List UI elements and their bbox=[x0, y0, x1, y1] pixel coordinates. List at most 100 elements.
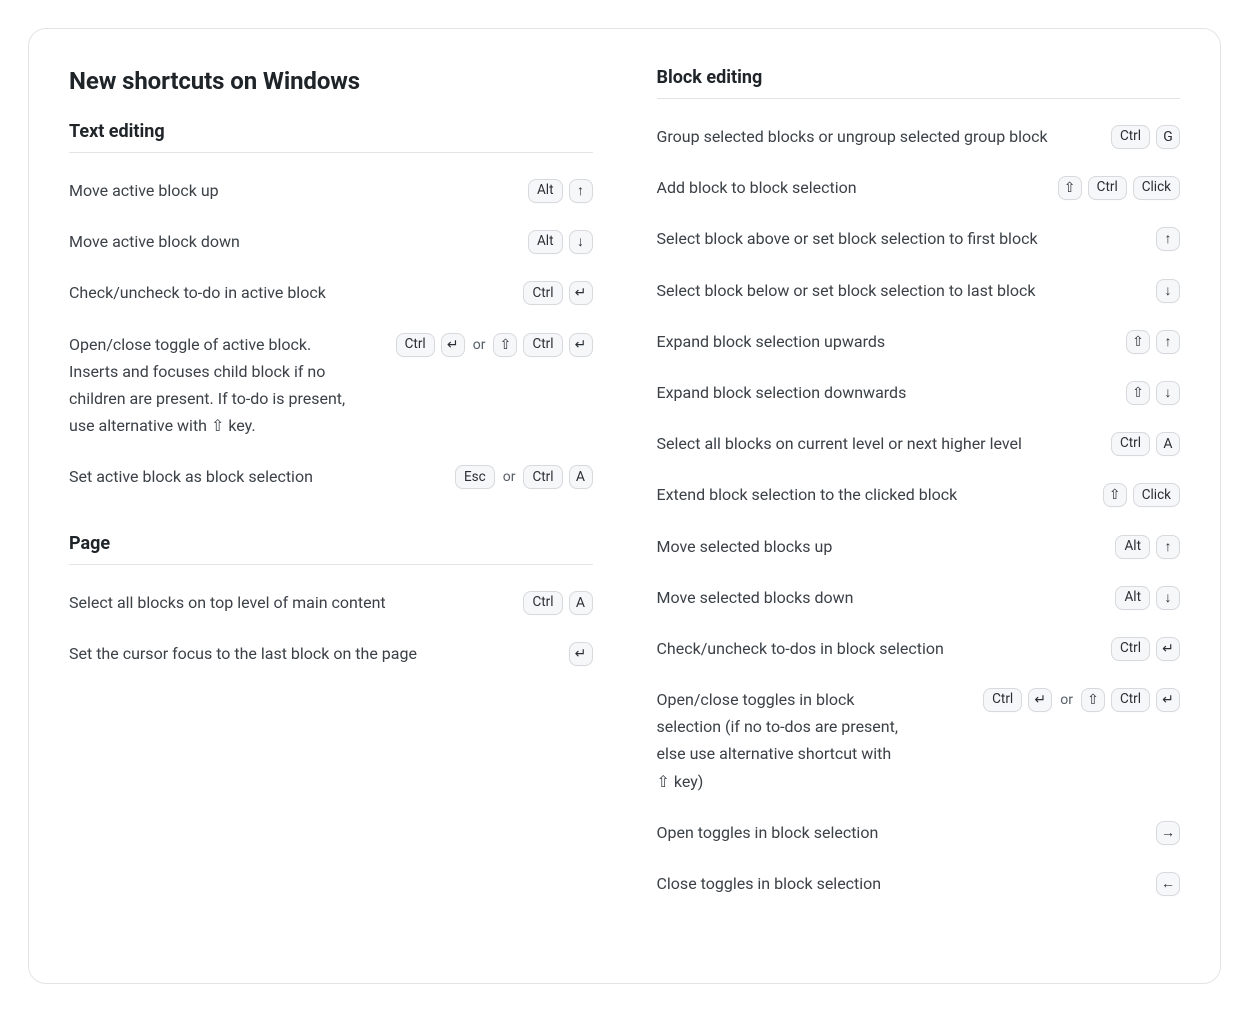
shortcut-desc: Move active block down bbox=[69, 228, 425, 255]
shift-icon: ⇧ bbox=[1126, 381, 1150, 405]
or-separator: or bbox=[501, 469, 518, 485]
shortcut-row: Open/close toggles in block selection (i… bbox=[657, 674, 1181, 807]
shortcut-desc: Move active block up bbox=[69, 177, 425, 204]
shortcut-keys: Alt ↓ bbox=[1115, 584, 1180, 610]
key-ctrl: Ctrl bbox=[396, 333, 435, 357]
shortcut-desc: Group selected blocks or ungroup selecte… bbox=[657, 123, 1076, 150]
arrow-right-icon: → bbox=[1156, 821, 1180, 845]
section-heading-page: Page bbox=[69, 533, 593, 565]
page-title: New shortcuts on Windows bbox=[69, 67, 593, 95]
section-page: Page Select all blocks on top level of m… bbox=[69, 533, 593, 679]
shortcut-desc: Extend block selection to the clicked bl… bbox=[657, 481, 1013, 508]
enter-icon: ↵ bbox=[1028, 688, 1052, 712]
shortcut-row: Check/uncheck to-dos in block selection … bbox=[657, 623, 1181, 674]
shortcut-keys: Alt ↓ bbox=[528, 228, 593, 254]
shortcut-desc: Set active block as block selection bbox=[69, 463, 425, 490]
shortcut-row: Move active block down Alt ↓ bbox=[69, 216, 593, 267]
section-heading-text-editing: Text editing bbox=[69, 121, 593, 153]
shortcut-keys: Ctrl A bbox=[1111, 430, 1180, 456]
key-a: A bbox=[569, 465, 593, 489]
key-click: Click bbox=[1133, 176, 1180, 200]
shortcut-desc: Set the cursor focus to the last block o… bbox=[69, 640, 514, 667]
key-ctrl: Ctrl bbox=[983, 688, 1022, 712]
enter-icon: ↵ bbox=[441, 333, 465, 357]
enter-icon: ↵ bbox=[1156, 688, 1180, 712]
shortcut-desc: Expand block selection upwards bbox=[657, 328, 1013, 355]
shortcut-keys: Ctrl ↵ bbox=[1111, 635, 1180, 661]
key-g: G bbox=[1156, 125, 1180, 149]
shortcut-keys: ↵ bbox=[569, 640, 593, 666]
arrow-up-icon: ↑ bbox=[1156, 535, 1180, 559]
shortcut-row: Add block to block selection ⇧ Ctrl Clic… bbox=[657, 162, 1181, 213]
shortcut-row: Set active block as block selection Esc … bbox=[69, 451, 593, 502]
shortcut-keys: ⇧ ↑ bbox=[1126, 328, 1180, 354]
arrow-down-icon: ↓ bbox=[1156, 279, 1180, 303]
shortcut-desc: Select all blocks on current level or ne… bbox=[657, 430, 1065, 457]
enter-icon: ↵ bbox=[1156, 637, 1180, 661]
shortcut-keys: ← bbox=[1156, 870, 1180, 896]
shortcut-desc: Open toggles in block selection bbox=[657, 819, 1013, 846]
shortcut-keys: Alt ↑ bbox=[528, 177, 593, 203]
enter-icon: ↵ bbox=[569, 642, 593, 666]
shift-icon: ⇧ bbox=[1103, 483, 1127, 507]
enter-icon: ↵ bbox=[569, 281, 593, 305]
arrow-up-icon: ↑ bbox=[1156, 227, 1180, 251]
shortcut-row: Open/close toggle of active block. Inser… bbox=[69, 319, 593, 452]
key-a: A bbox=[1156, 432, 1180, 456]
shortcut-keys: Esc or Ctrl A bbox=[455, 463, 593, 489]
shortcut-keys: Ctrl ↵ bbox=[523, 279, 592, 305]
shortcut-row: Expand block selection downwards ⇧ ↓ bbox=[657, 367, 1181, 418]
shortcut-row: Select all blocks on top level of main c… bbox=[69, 577, 593, 628]
key-click: Click bbox=[1133, 483, 1180, 507]
enter-icon: ↵ bbox=[569, 333, 593, 357]
arrow-up-icon: ↑ bbox=[1156, 330, 1180, 354]
or-separator: or bbox=[1058, 692, 1075, 708]
shortcut-keys: → bbox=[1156, 819, 1180, 845]
shortcut-row: Open toggles in block selection → bbox=[657, 807, 1181, 858]
section-block-editing: Block editing Group selected blocks or u… bbox=[657, 67, 1181, 909]
key-ctrl: Ctrl bbox=[523, 465, 562, 489]
shortcut-keys: Ctrl ↵ or ⇧ Ctrl ↵ bbox=[396, 331, 593, 357]
or-separator: or bbox=[471, 337, 488, 353]
arrow-down-icon: ↓ bbox=[1156, 586, 1180, 610]
shortcut-desc: Open/close toggles in block selection (i… bbox=[657, 686, 908, 795]
shortcut-desc: Check/uncheck to-dos in block selection bbox=[657, 635, 1013, 662]
shortcut-row: Set the cursor focus to the last block o… bbox=[69, 628, 593, 679]
key-alt: Alt bbox=[528, 230, 563, 254]
key-a: A bbox=[569, 591, 593, 615]
shortcut-keys: ⇧ Click bbox=[1103, 481, 1180, 507]
shortcut-keys: Ctrl G bbox=[1111, 123, 1180, 149]
shortcut-desc: Add block to block selection bbox=[657, 174, 1013, 201]
shift-icon: ⇧ bbox=[1126, 330, 1150, 354]
shortcut-row: Check/uncheck to-do in active block Ctrl… bbox=[69, 267, 593, 318]
shortcut-row: Move active block up Alt ↑ bbox=[69, 165, 593, 216]
key-ctrl: Ctrl bbox=[523, 591, 562, 615]
key-ctrl: Ctrl bbox=[523, 281, 562, 305]
arrow-down-icon: ↓ bbox=[569, 230, 593, 254]
shortcut-keys: ↓ bbox=[1156, 277, 1180, 303]
shortcut-desc: Select all blocks on top level of main c… bbox=[69, 589, 488, 616]
key-ctrl: Ctrl bbox=[1088, 176, 1127, 200]
shortcut-desc: Close toggles in block selection bbox=[657, 870, 1013, 897]
arrow-up-icon: ↑ bbox=[569, 179, 593, 203]
shortcut-desc: Select block above or set block selectio… bbox=[657, 225, 1118, 252]
shortcut-row: Select block below or set block selectio… bbox=[657, 265, 1181, 316]
shortcut-row: Close toggles in block selection ← bbox=[657, 858, 1181, 909]
key-ctrl: Ctrl bbox=[523, 333, 562, 357]
shortcut-desc: Check/uncheck to-do in active block bbox=[69, 279, 425, 306]
shortcut-row: Move selected blocks down Alt ↓ bbox=[657, 572, 1181, 623]
shortcut-keys: ⇧ ↓ bbox=[1126, 379, 1180, 405]
shortcut-row: Select block above or set block selectio… bbox=[657, 213, 1181, 264]
shortcut-desc: Expand block selection downwards bbox=[657, 379, 1013, 406]
key-ctrl: Ctrl bbox=[1111, 637, 1150, 661]
key-alt: Alt bbox=[1115, 535, 1150, 559]
arrow-left-icon: ← bbox=[1156, 872, 1180, 896]
key-ctrl: Ctrl bbox=[1111, 125, 1150, 149]
shortcut-keys: ↑ bbox=[1156, 225, 1180, 251]
shortcut-keys: Ctrl ↵ or ⇧ Ctrl ↵ bbox=[983, 686, 1180, 712]
key-ctrl: Ctrl bbox=[1111, 688, 1150, 712]
shortcut-row: Expand block selection upwards ⇧ ↑ bbox=[657, 316, 1181, 367]
shortcut-keys: ⇧ Ctrl Click bbox=[1058, 174, 1180, 200]
shortcut-row: Select all blocks on current level or ne… bbox=[657, 418, 1181, 469]
shortcut-desc: Move selected blocks down bbox=[657, 584, 1013, 611]
